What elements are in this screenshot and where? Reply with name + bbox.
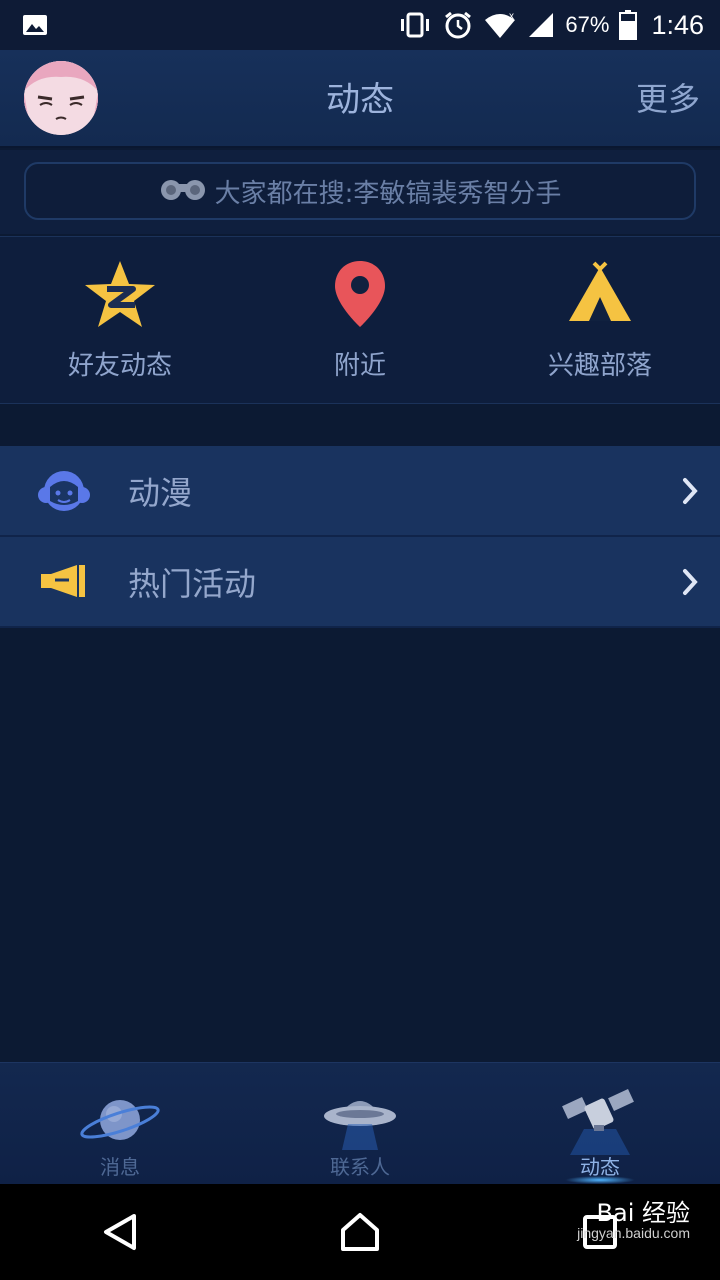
- back-button[interactable]: [70, 1197, 170, 1267]
- list-item-anime[interactable]: 动漫: [0, 446, 720, 537]
- page-title: 动态: [326, 80, 394, 120]
- more-button[interactable]: 更多: [636, 74, 700, 120]
- svg-text:x: x: [509, 11, 514, 22]
- clock: 1:46: [651, 9, 704, 40]
- app-header: 动态 更多: [0, 50, 720, 148]
- image-notification-icon: [22, 14, 48, 36]
- satellite-icon: [555, 1087, 645, 1157]
- tab-label: 消息: [100, 1155, 140, 1179]
- tent-icon: [560, 259, 640, 329]
- vibrate-icon: [397, 12, 433, 38]
- alarm-icon: [443, 10, 473, 40]
- battery-percent: 67%: [565, 12, 610, 37]
- chevron-right-icon: [660, 568, 720, 596]
- signal-icon: [527, 11, 555, 39]
- quick-link-friends-feed[interactable]: 好友动态: [0, 237, 240, 403]
- megaphone-icon: [0, 562, 128, 602]
- binoculars-icon: [159, 176, 207, 206]
- anime-face-icon: [0, 469, 128, 513]
- status-bar: x 67% 1:46: [0, 0, 720, 50]
- quick-link-interest-tribe[interactable]: 兴趣部落: [480, 237, 720, 403]
- quick-link-nearby[interactable]: 附近: [240, 237, 480, 403]
- ufo-icon: [315, 1087, 405, 1157]
- battery-icon: [619, 10, 638, 40]
- search-bar[interactable]: 大家都在搜:李敏镐裴秀智分手: [24, 162, 696, 220]
- watermark-url: jingyan.baidu.com: [577, 1225, 690, 1242]
- tab-contacts[interactable]: 联系人: [240, 1063, 480, 1184]
- tab-messages[interactable]: 消息: [0, 1063, 240, 1184]
- search-hint: 大家都在搜:李敏镐裴秀智分手: [214, 178, 562, 209]
- location-pin-icon: [320, 259, 400, 329]
- qzone-star-icon: [80, 259, 160, 329]
- quick-link-label: 兴趣部落: [547, 351, 652, 381]
- home-button[interactable]: [310, 1197, 410, 1267]
- tab-feed[interactable]: 动态: [480, 1063, 720, 1184]
- list-item-label: 动漫: [128, 473, 193, 512]
- search-section: 大家都在搜:李敏镐裴秀智分手: [0, 150, 720, 234]
- bottom-tab-bar: 消息 联系人 动态: [0, 1062, 720, 1184]
- list-item-label: 热门活动: [128, 564, 257, 603]
- watermark-brand: Bai 经验: [596, 1199, 690, 1227]
- list-item-hot-events[interactable]: 热门活动: [0, 537, 720, 628]
- chevron-right-icon: [660, 477, 720, 505]
- active-tab-glow: [565, 1176, 635, 1184]
- tab-label: 联系人: [330, 1155, 390, 1179]
- baidu-watermark: Bai 经验 jingyan.baidu.com: [577, 1200, 690, 1242]
- planet-icon: [75, 1087, 165, 1157]
- quick-links: 好友动态 附近 兴趣部落: [0, 236, 720, 404]
- wifi-icon: x: [483, 11, 517, 39]
- quick-link-label: 好友动态: [67, 351, 172, 381]
- quick-link-label: 附近: [333, 351, 386, 381]
- feature-list: 动漫 热门活动: [0, 446, 720, 628]
